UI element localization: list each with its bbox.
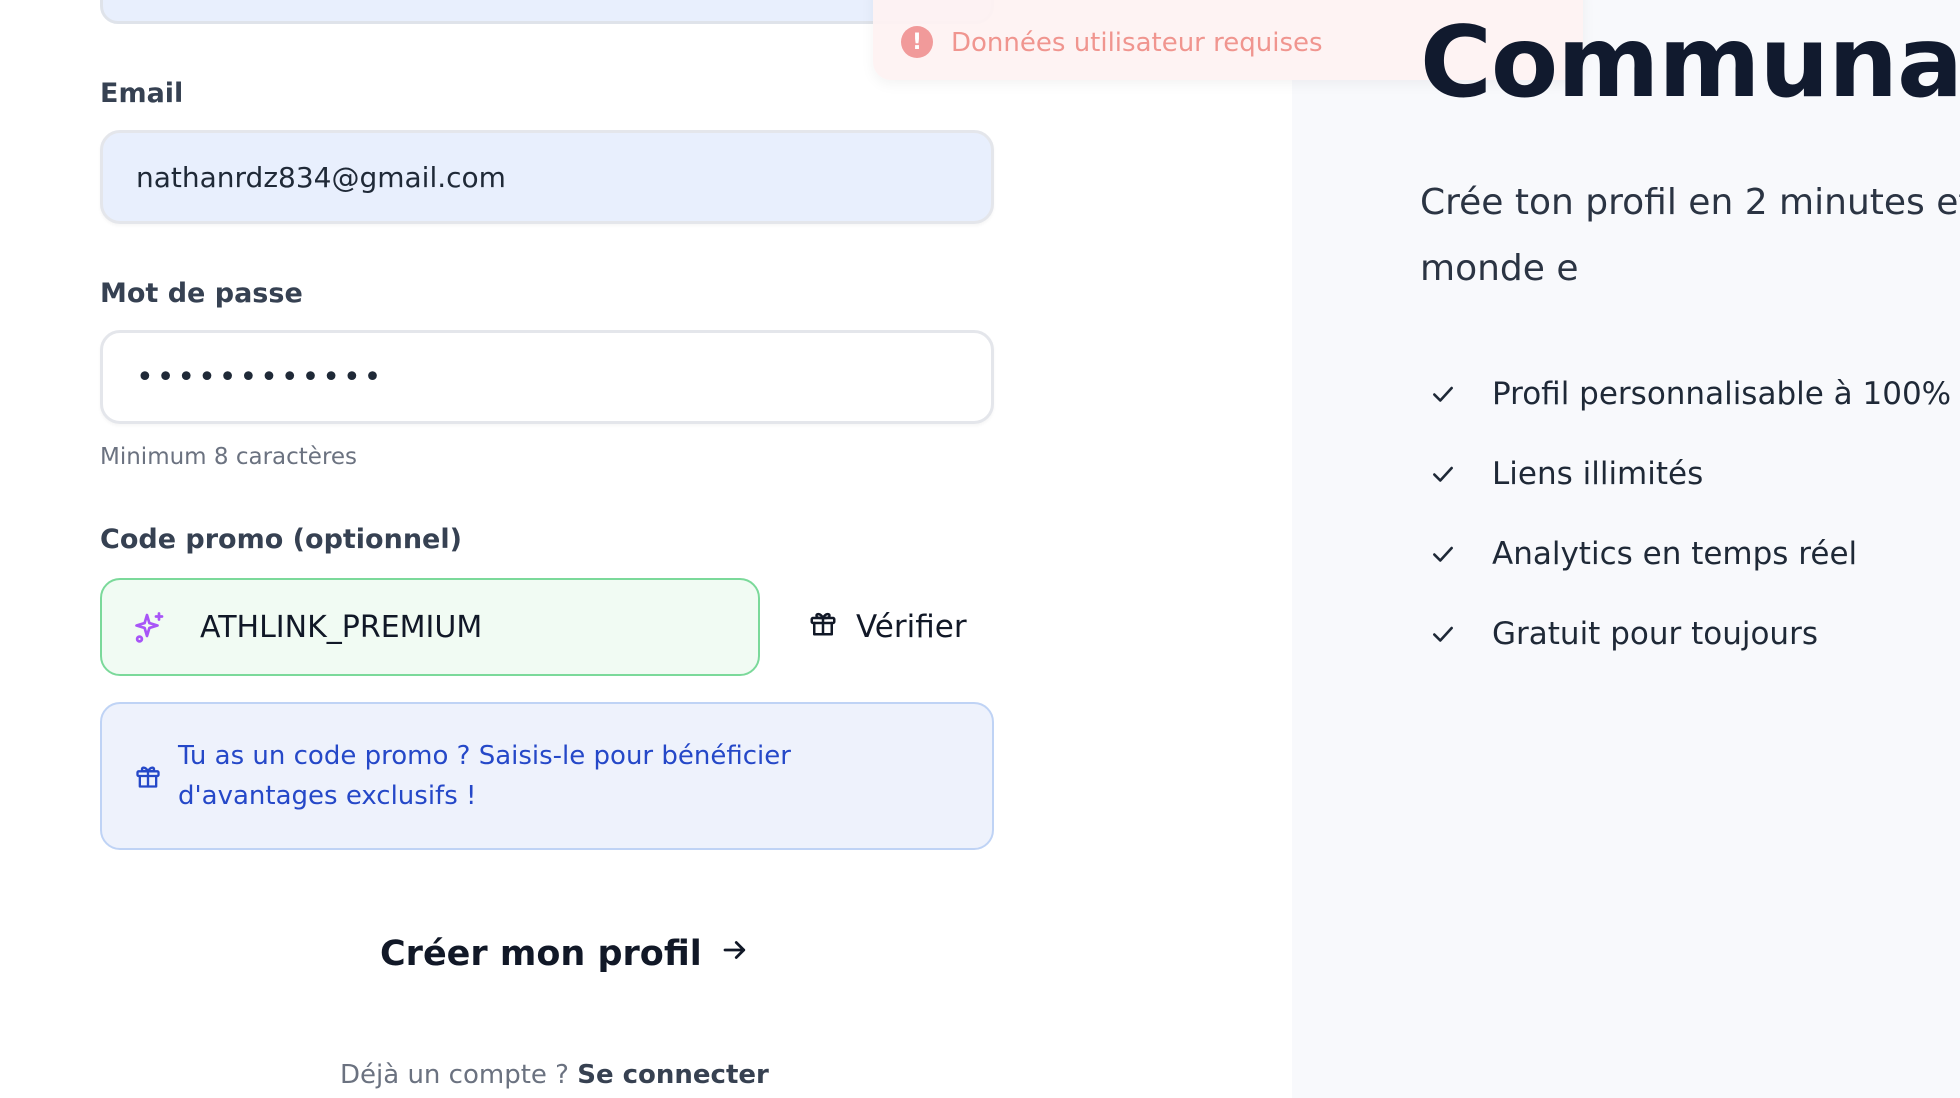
toast-message: Données utilisateur requises <box>951 28 1323 58</box>
promo-info-text: Tu as un code promo ? Saisis-le pour bén… <box>178 741 791 811</box>
previous-input-field[interactable] <box>100 0 994 24</box>
hero-panel: Communaut Crée ton profil en 2 minutes e… <box>1292 0 1960 1098</box>
promo-code-field[interactable]: ATHLINK_PREMIUM <box>100 578 760 676</box>
sparkles-icon <box>132 609 168 645</box>
login-prompt: Déjà un compte ? <box>340 1060 569 1090</box>
feature-label: Profil personnalisable à 100% <box>1492 376 1952 412</box>
hero-subtitle: Crée ton profil en 2 minutes et performa… <box>1420 182 1960 289</box>
check-icon <box>1420 531 1466 577</box>
create-profile-button[interactable]: Créer mon profil <box>380 924 750 984</box>
login-link[interactable]: Se connecter <box>577 1060 769 1090</box>
email-field[interactable]: nathanrdz834@gmail.com <box>100 130 994 224</box>
check-icon <box>1420 451 1466 497</box>
feature-item: Analytics en temps réel <box>1420 514 1951 594</box>
arrow-right-icon <box>720 934 750 974</box>
promo-code-value: ATHLINK_PREMIUM <box>200 609 483 645</box>
password-hint: Minimum 8 caractères <box>100 444 358 470</box>
promo-label: Code promo (optionnel) <box>100 524 462 555</box>
feature-label: Liens illimités <box>1492 456 1704 492</box>
email-label: Email <box>100 78 184 109</box>
check-icon <box>1420 371 1466 417</box>
verify-label: Vérifier <box>856 609 967 645</box>
feature-label: Gratuit pour toujours <box>1492 616 1818 652</box>
check-icon <box>1420 611 1466 657</box>
feature-item: Gratuit pour toujours <box>1420 594 1951 674</box>
hero-title: Communaut <box>1420 6 1960 120</box>
password-value: •••••••••••• <box>136 359 385 395</box>
feature-label: Analytics en temps réel <box>1492 536 1858 572</box>
gift-icon <box>134 762 162 790</box>
gift-icon <box>808 608 838 646</box>
signup-form-panel: Email nathanrdz834@gmail.com Mot de pass… <box>0 0 1292 1098</box>
verify-promo-button[interactable]: Vérifier <box>800 578 994 676</box>
login-prompt-line: Déjà un compte ? Se connecter <box>340 1060 769 1090</box>
password-field[interactable]: •••••••••••• <box>100 330 994 424</box>
feature-item: Profil personnalisable à 100% <box>1420 354 1951 434</box>
create-profile-label: Créer mon profil <box>380 934 702 974</box>
email-value: nathanrdz834@gmail.com <box>136 160 506 194</box>
feature-item: Liens illimités <box>1420 434 1951 514</box>
promo-info-box: Tu as un code promo ? Saisis-le pour bén… <box>100 702 994 850</box>
alert-circle-icon: ! <box>901 26 933 58</box>
feature-list: Profil personnalisable à 100% Liens illi… <box>1420 354 1951 674</box>
password-label: Mot de passe <box>100 278 303 309</box>
